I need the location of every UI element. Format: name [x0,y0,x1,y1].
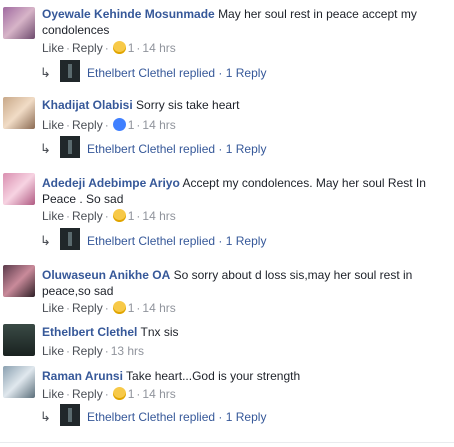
reply-link[interactable]: Reply [72,118,103,132]
sad-reaction-icon[interactable] [112,41,126,54]
timestamp[interactable]: 13 hrs [111,344,144,358]
avatar[interactable] [3,366,35,398]
avatar[interactable] [3,7,35,39]
avatar [60,136,80,158]
avatar[interactable] [3,97,35,129]
reply-arrow-icon: ↳ [40,141,51,156]
timestamp[interactable]: 14 hrs [142,301,175,315]
avatar [60,404,80,426]
comment-author[interactable]: Khadijat Olabisi [42,98,133,112]
like-link[interactable]: Like [42,387,64,401]
replied-by[interactable]: Ethelbert Clethel replied [87,66,215,80]
reply-count[interactable]: 1 Reply [226,234,267,248]
divider [0,442,454,443]
like-reaction-icon[interactable] [112,118,126,131]
reply-link[interactable]: Reply [72,41,103,55]
reply-arrow-icon: ↳ [40,409,51,424]
replied-by[interactable]: Ethelbert Clethel replied [87,234,215,248]
reply-link[interactable]: Reply [72,387,103,401]
avatar[interactable] [3,265,35,297]
sad-reaction-icon[interactable] [112,387,126,400]
avatar[interactable] [3,324,35,356]
comment-author[interactable]: Oluwaseun Anikhe OA [42,268,170,282]
avatar [60,228,80,250]
like-link[interactable]: Like [42,41,64,55]
sad-reaction-icon[interactable] [112,209,126,222]
reply-link[interactable]: Reply [72,301,103,315]
timestamp[interactable]: 14 hrs [142,209,175,223]
comment-text: Sorry sis take heart [136,98,240,112]
comment-text: Tnx sis [140,325,179,339]
replied-by[interactable]: Ethelbert Clethel replied [87,142,215,156]
comment-author[interactable]: Adedeji Adebimpe Ariyo [42,176,180,190]
comment-author[interactable]: Raman Arunsi [42,369,123,383]
reply-count[interactable]: 1 Reply [226,66,267,80]
reply-link[interactable]: Reply [72,209,103,223]
reply-count[interactable]: 1 Reply [226,410,267,424]
like-link[interactable]: Like [42,301,64,315]
like-link[interactable]: Like [42,118,64,132]
comment-text: Take heart...God is your strength [126,369,301,383]
reply-arrow-icon: ↳ [40,65,51,80]
timestamp[interactable]: 14 hrs [142,41,175,55]
timestamp[interactable]: 14 hrs [142,387,175,401]
replied-by[interactable]: Ethelbert Clethel replied [87,410,215,424]
comment-author[interactable]: Oyewale Kehinde Mosunmade [42,7,215,21]
comment-author[interactable]: Ethelbert Clethel [42,325,137,339]
like-link[interactable]: Like [42,344,64,358]
reply-count[interactable]: 1 Reply [226,142,267,156]
avatar[interactable] [3,173,35,205]
timestamp[interactable]: 14 hrs [142,118,175,132]
like-link[interactable]: Like [42,209,64,223]
reply-arrow-icon: ↳ [40,233,51,248]
reply-link[interactable]: Reply [72,344,103,358]
sad-reaction-icon[interactable] [112,301,126,314]
avatar [60,60,80,82]
